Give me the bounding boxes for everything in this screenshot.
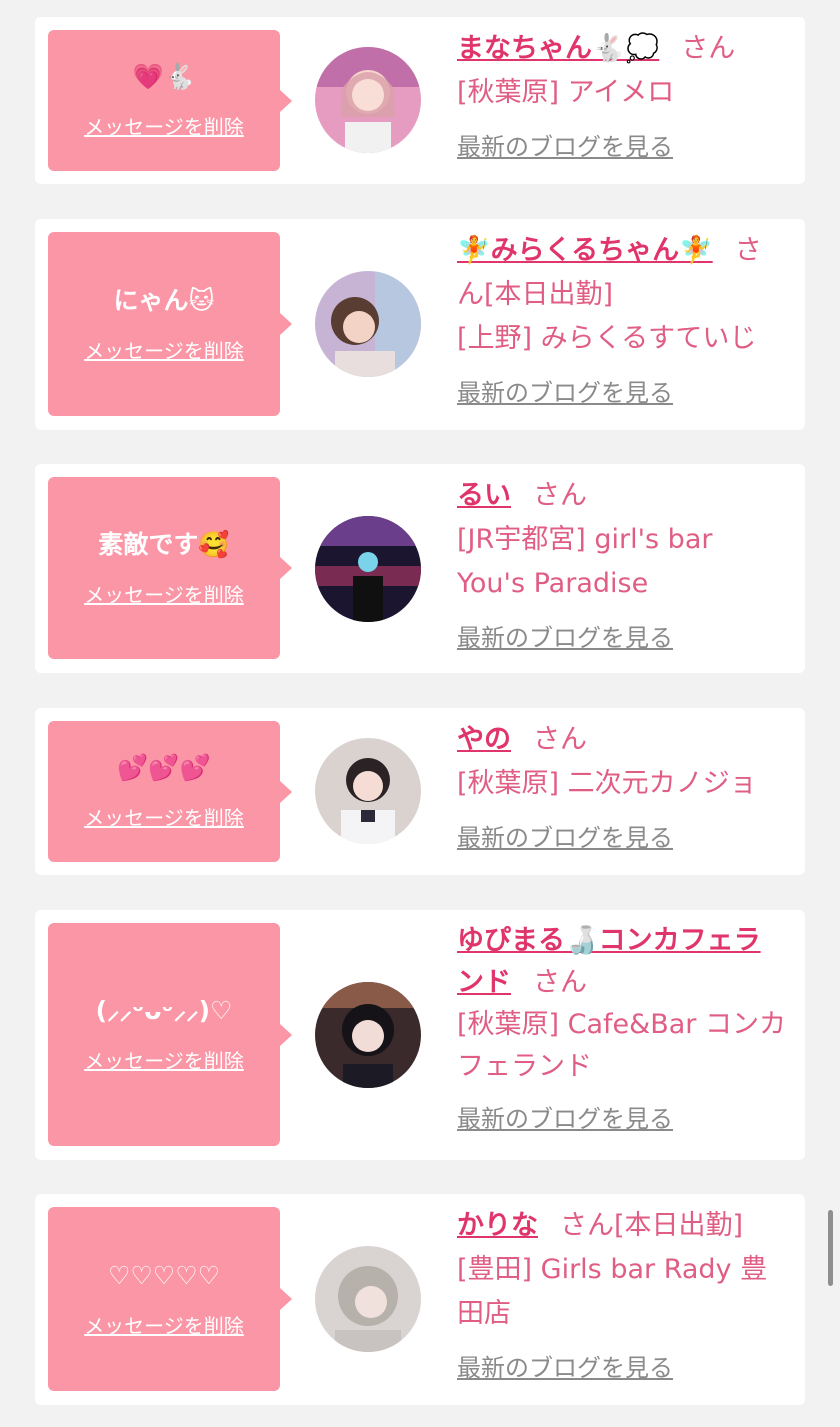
name-suffix: さん[本日出勤] bbox=[560, 1210, 744, 1241]
message-bubble: ♡♡♡♡♡ メッセージを削除 bbox=[48, 1207, 292, 1391]
avatar[interactable] bbox=[315, 1246, 421, 1352]
latest-blog-link[interactable]: 最新のブログを見る bbox=[457, 1346, 787, 1390]
name-suffix: さん bbox=[533, 967, 587, 998]
message-bubble: にゃん🐱 メッセージを削除 bbox=[48, 232, 292, 416]
girl-name-link[interactable]: やの bbox=[457, 724, 511, 755]
message-bubble: (⸝⸝ᵕᴗᵕ⸝⸝)♡ メッセージを削除 bbox=[48, 923, 292, 1146]
message-card: 💕💕💕 メッセージを削除 やの さん [秋葉原] 二次元カノジョ 最新のブログを見… bbox=[35, 708, 805, 875]
delete-message-link[interactable]: メッセージを削除 bbox=[84, 335, 244, 364]
delete-message-link[interactable]: メッセージを削除 bbox=[84, 1045, 244, 1074]
delete-message-link[interactable]: メッセージを削除 bbox=[84, 579, 244, 608]
avatar[interactable] bbox=[315, 47, 421, 153]
latest-blog-link[interactable]: 最新のブログを見る bbox=[457, 816, 787, 860]
latest-blog-link[interactable]: 最新のブログを見る bbox=[457, 371, 787, 415]
message-text: 💗🐇 bbox=[132, 62, 196, 91]
girl-info: まなちゃん🐇💭 さん [秋葉原] アイメロ 最新のブログを見る bbox=[457, 27, 787, 169]
avatar[interactable] bbox=[315, 271, 421, 377]
shop-text: [秋葉原] アイメロ bbox=[457, 77, 675, 108]
message-card: 素敵です🥰 メッセージを削除 るい さん [JR宇都宮] girl's bar Y… bbox=[35, 464, 805, 673]
girl-info: やの さん [秋葉原] 二次元カノジョ 最新のブログを見る bbox=[457, 718, 787, 860]
scrollbar[interactable] bbox=[828, 1210, 833, 1286]
message-text: 素敵です🥰 bbox=[98, 529, 230, 559]
message-card: 💗🐇 メッセージを削除 まなちゃん🐇💭 さん [秋葉原] アイメロ 最新のブログを… bbox=[35, 17, 805, 184]
shop-text: [豊田] Girls bar Rady 豊田店 bbox=[457, 1254, 768, 1329]
girl-name-link[interactable]: かりな bbox=[457, 1210, 538, 1241]
message-bubble: 💕💕💕 メッセージを削除 bbox=[48, 721, 292, 862]
shop-text: [秋葉原] 二次元カノジョ bbox=[457, 768, 757, 799]
girl-name-link[interactable]: まなちゃん🐇💭 bbox=[457, 33, 659, 64]
message-bubble: 素敵です🥰 メッセージを削除 bbox=[48, 477, 292, 659]
girl-info: かりな さん[本日出勤] [豊田] Girls bar Rady 豊田店 最新のブ… bbox=[457, 1204, 787, 1390]
delete-message-link[interactable]: メッセージを削除 bbox=[84, 1310, 244, 1339]
girl-info: ゆぴまる🍶コンカフェランド さん [秋葉原] Cafe&Bar コンカフェランド … bbox=[457, 920, 787, 1140]
name-suffix: さん bbox=[681, 33, 736, 64]
shop-text: [上野] みらくるすていじ bbox=[457, 323, 757, 354]
girl-name-link[interactable]: 🧚みらくるちゃん🧚 bbox=[457, 235, 713, 266]
message-text: (⸝⸝ᵕᴗᵕ⸝⸝)♡ bbox=[95, 996, 233, 1025]
message-card: にゃん🐱 メッセージを削除 🧚みらくるちゃん🧚 さん[本日出勤] [上野] みらく… bbox=[35, 219, 805, 430]
latest-blog-link[interactable]: 最新のブログを見る bbox=[457, 616, 787, 660]
latest-blog-link[interactable]: 最新のブログを見る bbox=[457, 125, 787, 169]
name-suffix: さん bbox=[533, 724, 587, 755]
avatar[interactable] bbox=[315, 982, 421, 1088]
message-text: ♡♡♡♡♡ bbox=[107, 1260, 221, 1290]
delete-message-link[interactable]: メッセージを削除 bbox=[84, 111, 244, 140]
girl-name-link[interactable]: るい bbox=[457, 480, 511, 511]
latest-blog-link[interactable]: 最新のブログを見る bbox=[457, 1098, 787, 1140]
name-suffix: さん bbox=[533, 480, 587, 511]
message-text: にゃん🐱 bbox=[113, 285, 215, 315]
shop-text: [秋葉原] Cafe&Bar コンカフェランド bbox=[457, 1009, 786, 1082]
avatar[interactable] bbox=[315, 738, 421, 844]
girl-name-link[interactable]: ゆぴまる🍶コンカフェランド bbox=[457, 925, 761, 998]
message-card: ♡♡♡♡♡ メッセージを削除 かりな さん[本日出勤] [豊田] Girls ba… bbox=[35, 1194, 805, 1405]
avatar[interactable] bbox=[315, 516, 421, 622]
shop-text: [JR宇都宮] girl's bar You's Paradise bbox=[457, 524, 713, 599]
message-text: 💕💕💕 bbox=[117, 753, 211, 782]
girl-info: 🧚みらくるちゃん🧚 さん[本日出勤] [上野] みらくるすていじ 最新のブログを見… bbox=[457, 229, 787, 415]
message-bubble: 💗🐇 メッセージを削除 bbox=[48, 30, 292, 171]
girl-info: るい さん [JR宇都宮] girl's bar You's Paradise 最… bbox=[457, 474, 787, 660]
message-card: (⸝⸝ᵕᴗᵕ⸝⸝)♡ メッセージを削除 ゆぴまる🍶コンカフェランド さん [秋葉原… bbox=[35, 910, 805, 1160]
delete-message-link[interactable]: メッセージを削除 bbox=[84, 802, 244, 831]
